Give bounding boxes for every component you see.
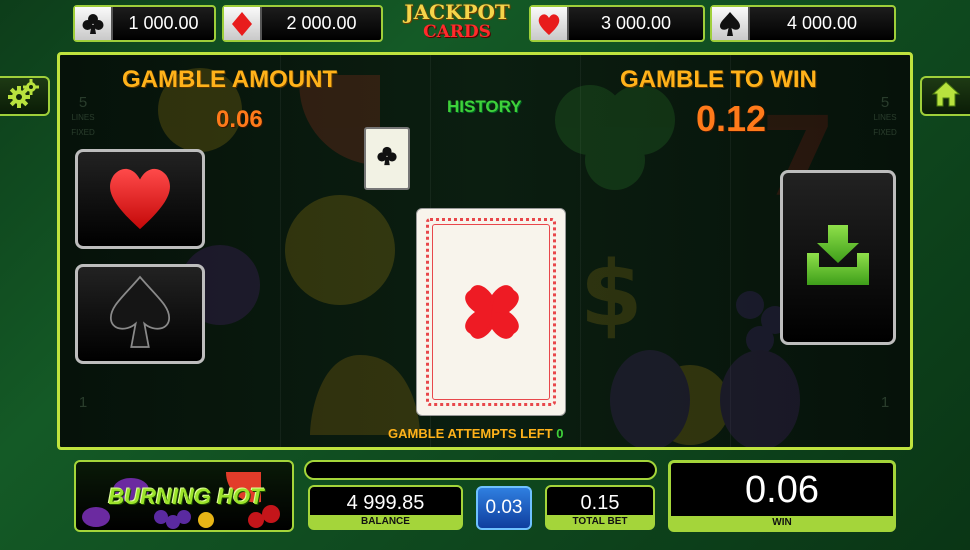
collect-button[interactable] [780,170,896,345]
win-value: 0.06 [745,469,819,511]
red-button[interactable] [75,149,205,249]
lines-count-right: 5 [880,94,890,111]
lines-indicator-left: 5 LINES FIXED [70,95,96,140]
lines-fixed-left: FIXED [71,128,95,137]
svg-text:$: $ [580,242,643,347]
balance-panel: 4 999.85 BALANCE [308,485,463,530]
jackpot-hearts-value: 3 000.00 [600,13,672,33]
jackpot-hearts: 3 000.00 [529,5,705,42]
jackpot-cards-logo: JACKPOT CARDS [402,2,512,46]
gamble-amount-value: 0.06 [216,106,263,133]
balance-value: 4 999.85 [346,492,425,514]
gamble-to-win-value: 0.12 [696,98,767,139]
game-logo-text: BURNING HOT [108,484,264,509]
win-panel: 0.06 WIN [668,460,896,532]
jackpot-spades: 4 000.00 [710,5,896,42]
game-logo-panel: BURNING HOT [74,460,294,532]
four-leaf-clover-icon [447,267,537,362]
total-bet-panel: 0.15 TOTAL BET [545,485,655,530]
message-bar [304,460,657,480]
history-card [364,127,410,190]
jackpot-logo-line1: JACKPOT [404,0,510,24]
history-label: HISTORY [447,97,522,116]
heart-icon [102,162,178,237]
spade-icon [105,274,175,355]
lines-indicator-right: 5 LINES FIXED [872,95,898,140]
club-icon [75,7,113,40]
home-button[interactable] [920,76,970,116]
club-icon [376,145,398,172]
jackpot-diamonds: 2 000.00 [222,5,383,42]
gamble-attempts: GAMBLE ATTEMPTS LEFT 0 [388,426,564,441]
jackpot-clubs-value: 1 000.00 [128,13,199,33]
line-number-left: 1 [78,394,88,411]
black-button[interactable] [75,264,205,364]
balance-label: BALANCE [310,515,461,528]
gamble-amount-label: GAMBLE AMOUNT [122,66,338,93]
bet-value: 0.03 [485,497,523,518]
jackpot-clubs: 1 000.00 [73,5,216,42]
gamble-to-win-label: GAMBLE TO WIN [620,66,817,93]
total-bet-label: TOTAL BET [547,515,653,528]
jackpot-diamonds-value: 2 000.00 [286,13,357,33]
lines-count-left: 5 [78,94,88,111]
gamble-attempts-value: 0 [556,426,564,441]
home-icon [931,80,961,113]
spade-icon [712,7,750,40]
bet-button[interactable]: 0.03 [476,486,532,530]
lines-word-left: LINES [71,113,95,122]
lines-fixed-right: FIXED [873,128,897,137]
jackpot-logo-line2: CARDS [423,22,491,42]
collect-download-icon [803,223,873,292]
lines-word-right: LINES [873,113,897,122]
line-number-right: 1 [880,394,890,411]
gamble-card [416,208,566,416]
jackpot-spades-value: 4 000.00 [786,13,858,33]
gears-icon [8,78,40,114]
gamble-attempts-label: GAMBLE ATTEMPTS LEFT [388,426,553,441]
diamond-icon [224,7,262,40]
total-bet-value: 0.15 [580,492,620,514]
heart-icon [531,7,569,40]
win-label: WIN [671,516,893,529]
settings-button[interactable] [0,76,50,116]
